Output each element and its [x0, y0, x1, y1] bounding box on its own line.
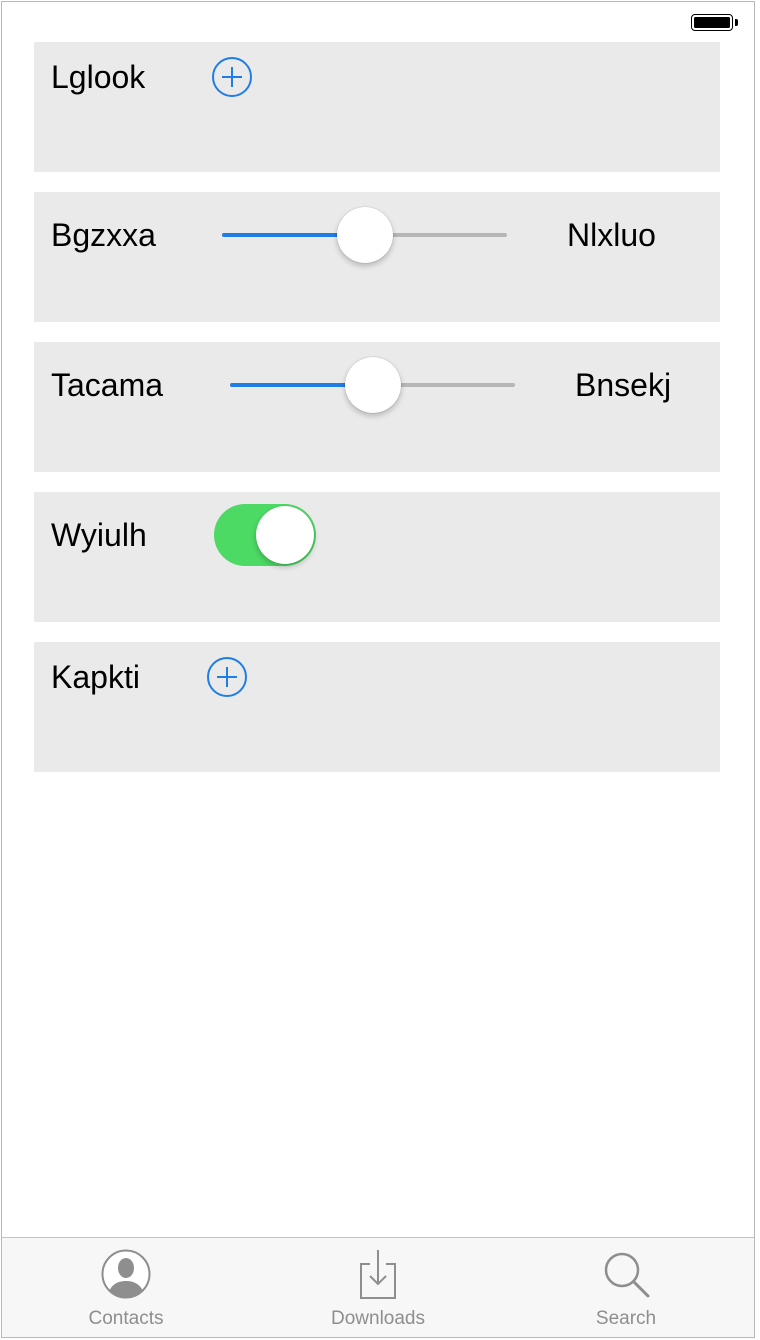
status-bar: [2, 2, 754, 42]
toggle-knob: [256, 506, 314, 564]
row-label: Lglook: [51, 59, 146, 95]
row-label: Bgzxxa: [51, 217, 156, 253]
plus-circle-icon[interactable]: [212, 57, 252, 97]
row-tacama: Tacama Bnsekj: [34, 342, 720, 472]
slider-thumb[interactable]: [344, 357, 401, 413]
tab-contacts[interactable]: Contacts: [36, 1238, 216, 1337]
tab-label: Downloads: [331, 1308, 425, 1329]
tab-label: Contacts: [88, 1308, 164, 1329]
search-icon: [604, 1252, 650, 1298]
slider-bgzxxa[interactable]: [222, 205, 507, 265]
downloads-icon: [360, 1250, 396, 1299]
app-screen: Lglook Bgzxxa Nlxluo Tacama Bnsekj Wyiul…: [1, 1, 755, 1338]
slider-value-label: Bnsekj: [575, 367, 672, 403]
tab-downloads[interactable]: Downloads: [288, 1238, 468, 1337]
row-kapkti: Kapkti: [34, 642, 720, 772]
tab-search[interactable]: Search: [536, 1238, 716, 1337]
slider-tacama[interactable]: [230, 355, 515, 415]
contacts-icon: [101, 1249, 151, 1299]
battery-cap: [735, 19, 738, 26]
row-lglook: Lglook: [34, 42, 720, 172]
row-wyiulh: Wyiulh: [34, 492, 720, 622]
row-label: Kapkti: [51, 659, 140, 695]
slider-value-label: Nlxluo: [567, 217, 656, 253]
tab-bar: Contacts Downloads Search: [2, 1237, 754, 1337]
row-label: Wyiulh: [51, 517, 147, 553]
toggle-switch[interactable]: [214, 504, 316, 566]
slider-thumb[interactable]: [336, 207, 393, 263]
battery-full-icon: [691, 14, 733, 31]
plus-circle-icon[interactable]: [207, 657, 247, 697]
row-label: Tacama: [51, 367, 164, 403]
tab-label: Search: [595, 1308, 657, 1329]
row-bgzxxa: Bgzxxa Nlxluo: [34, 192, 720, 322]
